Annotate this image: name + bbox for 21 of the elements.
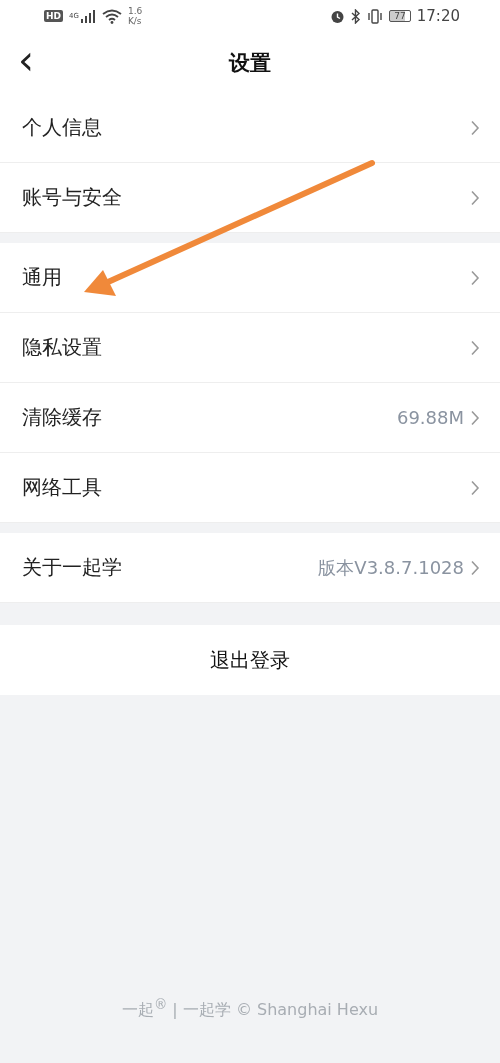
chevron-icon [470, 479, 480, 496]
network-speed: 1.6 [127, 6, 143, 16]
speed-unit: K/s [127, 16, 143, 26]
vibrate-icon [367, 8, 384, 24]
chevron-icon [470, 339, 480, 356]
copyright-text: 一起$^{®}$ | 一起学 © Shanghai Hexu [120, 996, 380, 1021]
alarm-icon [330, 8, 346, 24]
chevron-icon [470, 189, 480, 206]
bluetooth-icon [351, 8, 362, 24]
chevron-icon [470, 119, 480, 136]
chevron-icon [470, 409, 480, 426]
back-button[interactable]: ‹ [14, 40, 38, 80]
battery-indicator: 77 [389, 10, 411, 22]
wifi-icon [101, 8, 122, 24]
page-title: 设置 [229, 49, 271, 77]
logout-button[interactable]: 退出登录 [0, 625, 500, 695]
signal-icon [79, 9, 96, 23]
clock: 17:20 [416, 7, 460, 25]
hd-badge: HD [44, 10, 63, 22]
chevron-icon [470, 269, 480, 286]
chevron-icon [470, 559, 480, 576]
